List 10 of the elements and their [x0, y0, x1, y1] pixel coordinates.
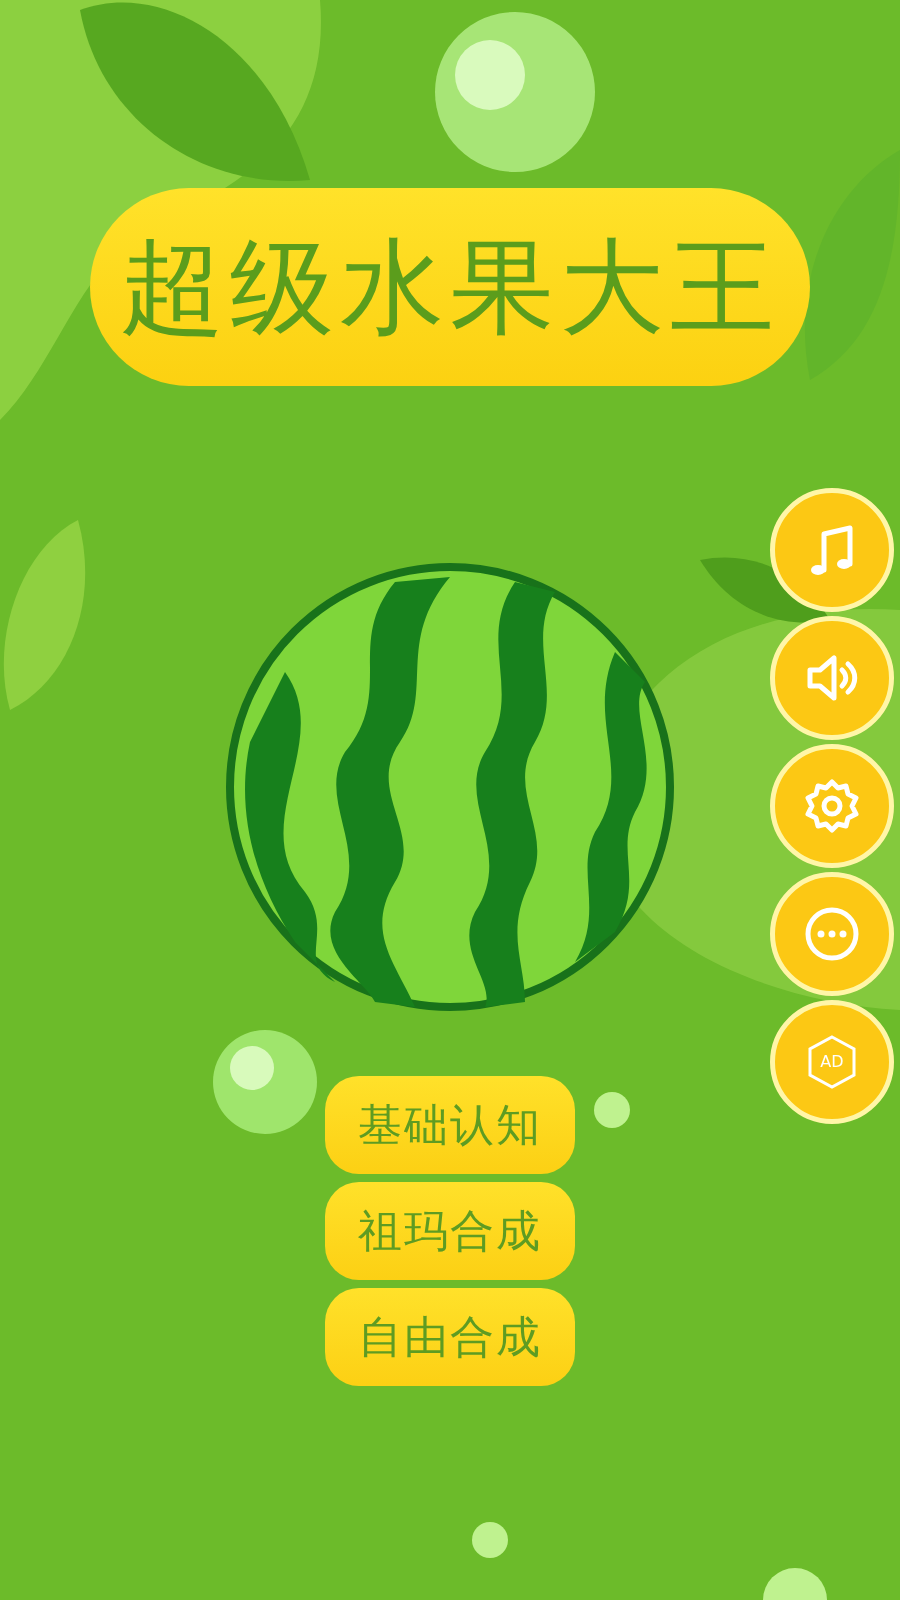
menu-button[interactable]: 自由合成 — [325, 1288, 575, 1386]
ad-button[interactable]: AD — [770, 1000, 894, 1124]
menu-button[interactable]: 祖玛合成 — [325, 1182, 575, 1280]
game-title: 超级水果大王 — [90, 188, 810, 386]
menu-button[interactable]: 基础认知 — [325, 1076, 575, 1174]
settings-icon — [802, 776, 862, 836]
bubble-drawing — [763, 1568, 827, 1600]
bubble-drawing — [472, 1522, 508, 1558]
hexagon-icon — [806, 1034, 858, 1090]
bubble-drawing — [594, 1092, 630, 1128]
